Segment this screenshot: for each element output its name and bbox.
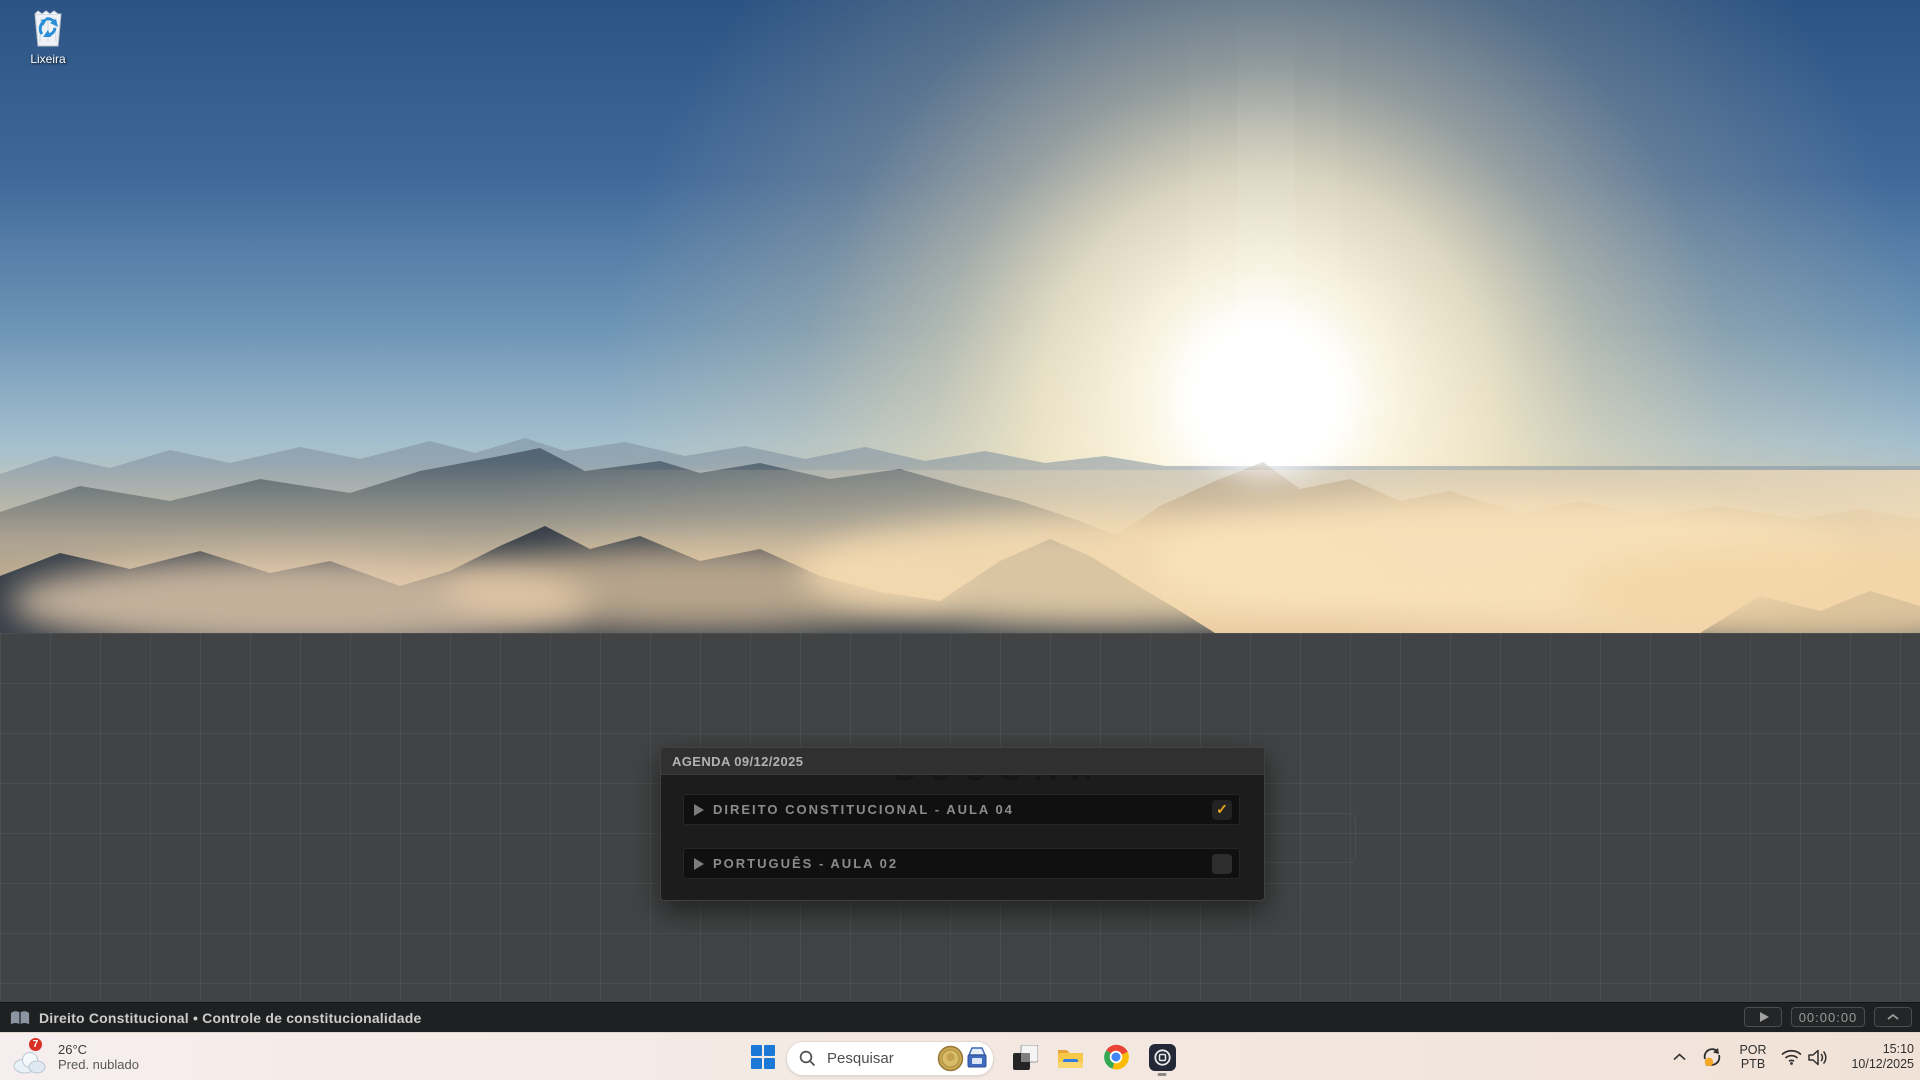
agenda-window: BUSCAR AGENDA 09/12/2025 DIREITO CONSTIT… [660, 747, 1265, 901]
tray-time: 15:10 [1883, 1042, 1914, 1057]
weather-widget[interactable]: 7 26°C Pred. nublado [6, 1033, 145, 1080]
search-input[interactable] [825, 1049, 929, 1068]
collapse-button[interactable] [1874, 1007, 1912, 1027]
chevron-up-icon [1673, 1053, 1686, 1061]
gold-medal-icon [937, 1045, 964, 1072]
weather-temperature: 26°C [58, 1042, 139, 1057]
cloud-icon [12, 1050, 46, 1074]
agenda-item-checkbox-checked[interactable]: ✓ [1212, 800, 1232, 820]
recycle-bin-shortcut[interactable]: Lixeira [10, 8, 86, 68]
tray-date: 10/12/2025 [1851, 1057, 1914, 1072]
running-app-indicator [1158, 1073, 1167, 1076]
agenda-item-label: PORTUGUÊS - AULA 02 [713, 856, 1212, 871]
player-bar: Direito Constitucional • Controle de con… [0, 1002, 1920, 1032]
weather-condition: Pred. nublado [58, 1057, 139, 1072]
wifi-icon [1781, 1049, 1802, 1065]
chevron-up-icon [1887, 1013, 1899, 1021]
language-line1: POR [1739, 1043, 1766, 1057]
desktop-screen: Lixeira BUSCAR AGENDA 09/12/2025 DIREITO… [0, 0, 1920, 1080]
task-view-button[interactable] [1005, 1037, 1045, 1077]
chrome-icon [1103, 1044, 1129, 1070]
book-icon [10, 1010, 30, 1026]
play-button[interactable] [1744, 1007, 1782, 1027]
agenda-item-label: DIREITO CONSTITUCIONAL - AULA 04 [713, 802, 1212, 817]
agenda-item-portugues[interactable]: PORTUGUÊS - AULA 02 [683, 848, 1240, 879]
wallpaper-image [0, 0, 1920, 633]
sync-status-button[interactable] [1698, 1033, 1726, 1080]
taskbar: 7 26°C Pred. nublado [0, 1032, 1920, 1080]
notification-badge: 7 [28, 1037, 43, 1052]
player-controls: 00:00:00 [1744, 1007, 1912, 1027]
agenda-item-direito-constitucional[interactable]: DIREITO CONSTITUCIONAL - AULA 04 ✓ [683, 794, 1240, 825]
windows-logo-icon [751, 1045, 775, 1069]
timer-display: 00:00:00 [1791, 1007, 1865, 1027]
sync-icon [1700, 1045, 1724, 1069]
medal-case-icon [966, 1047, 988, 1071]
agenda-titlebar[interactable]: AGENDA 09/12/2025 [661, 748, 1264, 775]
start-button[interactable] [743, 1037, 783, 1077]
play-icon [694, 858, 704, 870]
clock-widget[interactable]: 15:10 10/12/2025 [1838, 1033, 1914, 1080]
speaker-icon [1808, 1049, 1830, 1066]
folder-icon [1057, 1046, 1084, 1069]
background-ghost-button [1262, 813, 1356, 863]
language-indicator[interactable]: POR PTB [1732, 1033, 1774, 1080]
recycle-bin-icon [29, 8, 67, 50]
now-playing-text: Direito Constitucional • Controle de con… [39, 1010, 421, 1026]
recycle-bin-label: Lixeira [30, 52, 65, 66]
chrome-button[interactable] [1096, 1037, 1136, 1077]
language-line2: PTB [1741, 1057, 1765, 1071]
wifi-button[interactable] [1778, 1033, 1804, 1080]
agenda-title: AGENDA 09/12/2025 [672, 754, 803, 769]
recording-app-button[interactable] [1142, 1037, 1182, 1077]
search-icon [799, 1050, 816, 1067]
tray-overflow-button[interactable] [1666, 1033, 1692, 1080]
volume-button[interactable] [1804, 1033, 1834, 1080]
recording-app-icon [1149, 1044, 1176, 1071]
play-icon [694, 804, 704, 816]
agenda-item-checkbox-unchecked[interactable] [1212, 854, 1232, 874]
play-icon [1760, 1012, 1769, 1022]
file-explorer-button[interactable] [1050, 1037, 1090, 1077]
task-view-icon [1013, 1045, 1038, 1070]
search-box[interactable] [786, 1041, 994, 1076]
